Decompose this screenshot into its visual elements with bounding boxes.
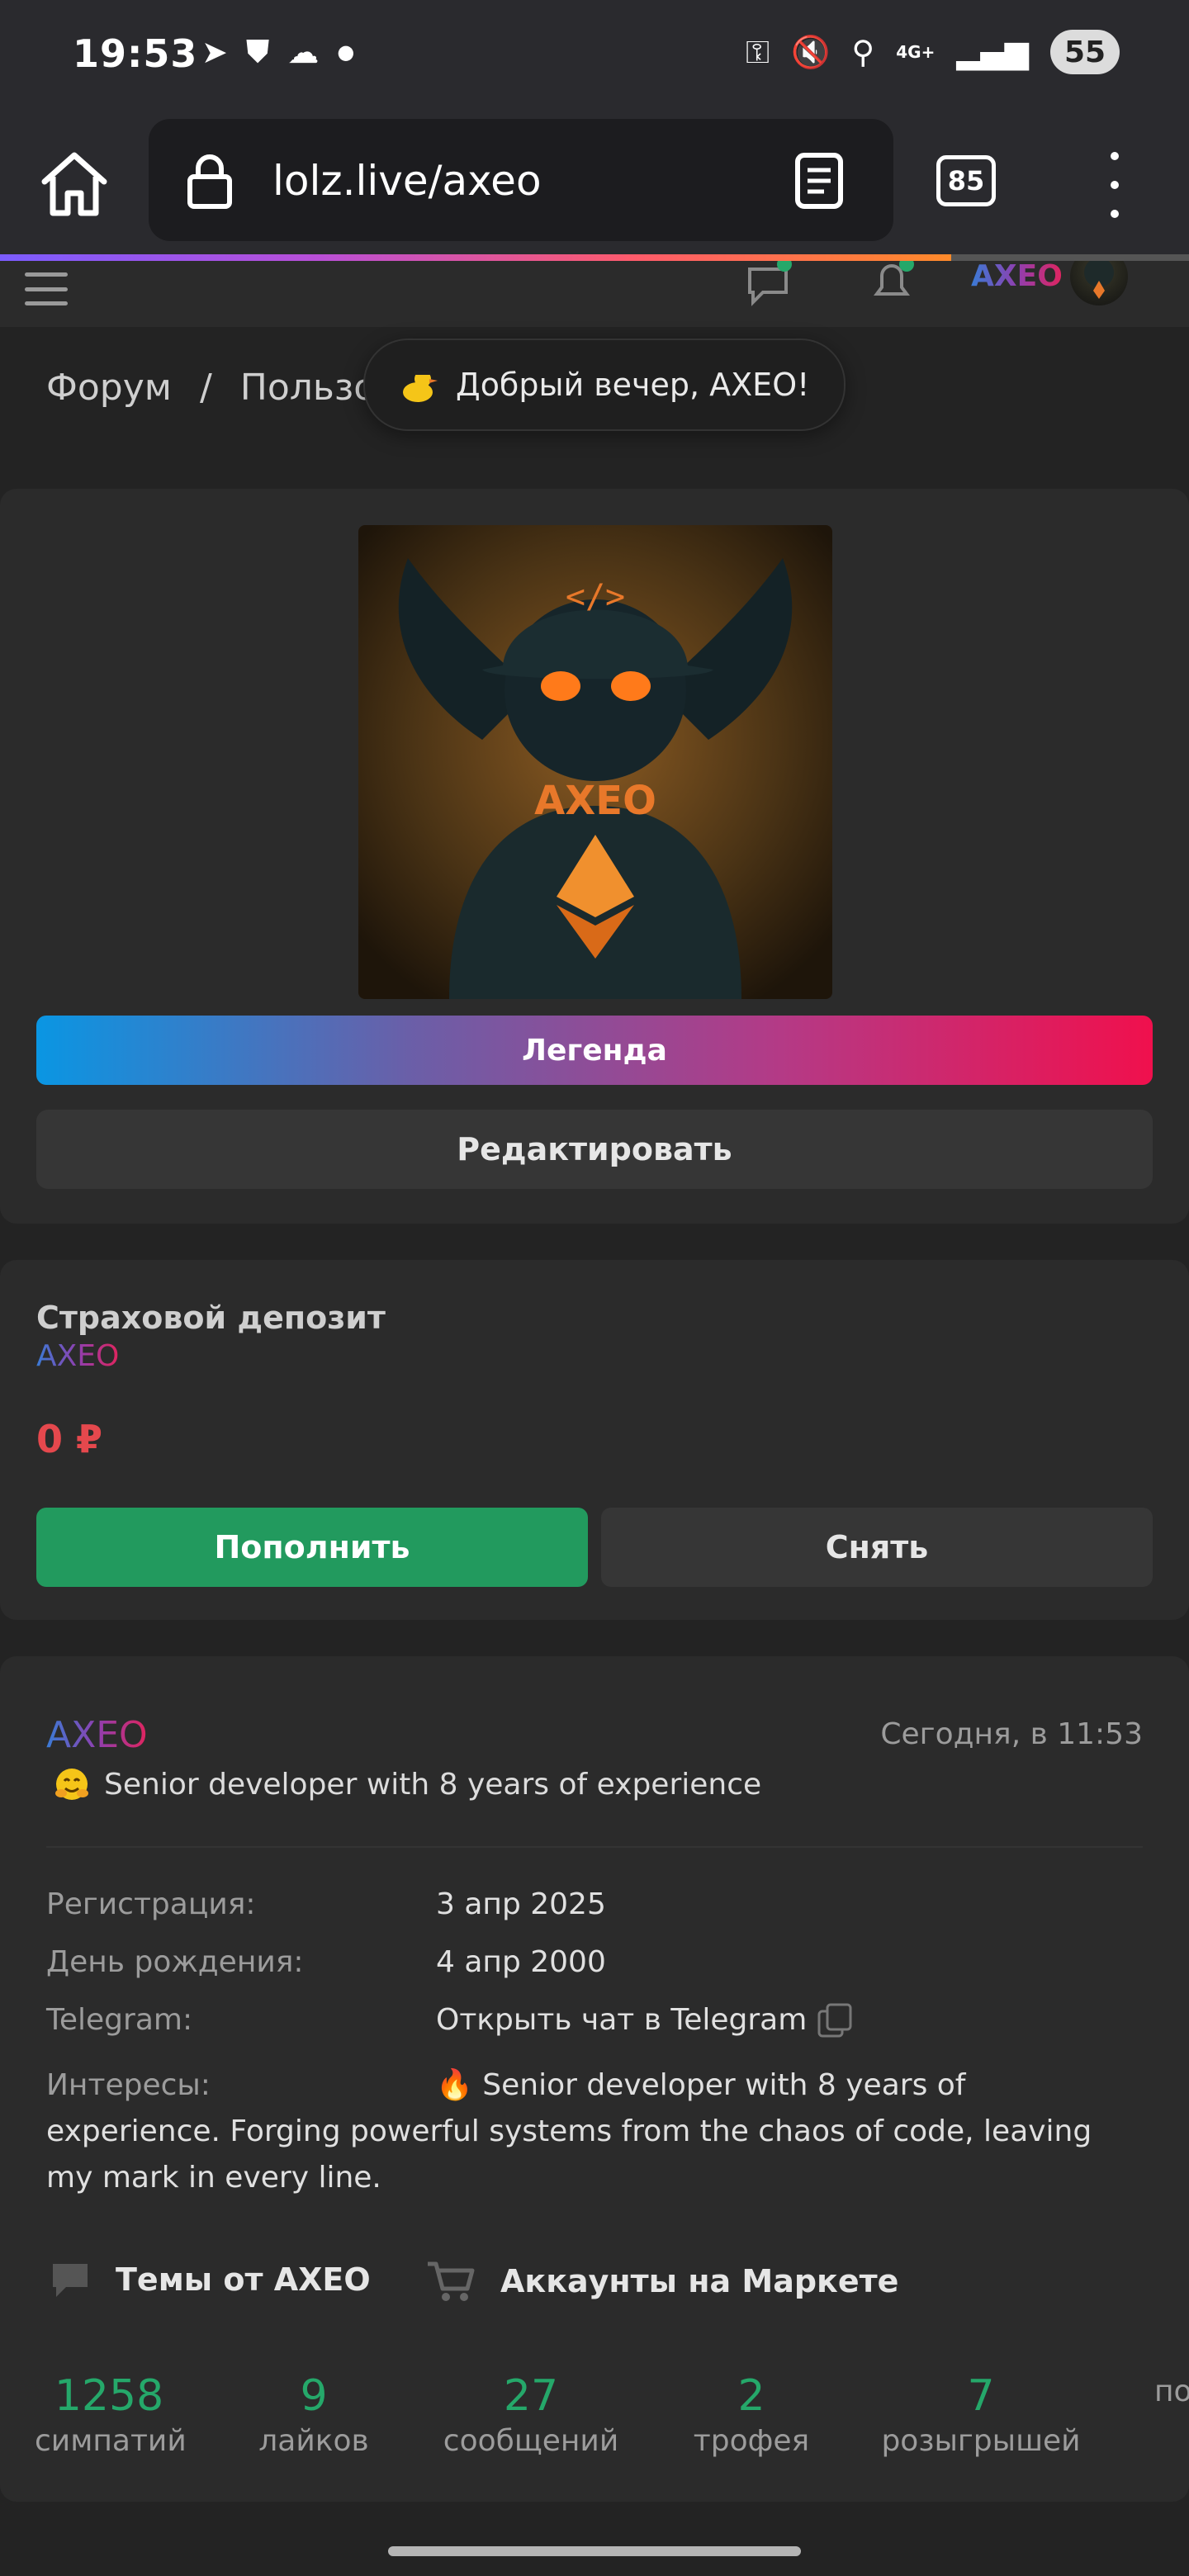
comment-icon: [53, 2264, 88, 2297]
home-icon[interactable]: [36, 145, 112, 221]
dot-icon: ●: [337, 40, 355, 64]
url-text[interactable]: lolz.live/axeo: [272, 157, 542, 205]
deposit-username[interactable]: AXEO: [36, 1339, 119, 1373]
registration-value: 3 апр 2025: [436, 1887, 606, 1921]
toast-text: Добрый вечер, AXEO!: [456, 367, 810, 403]
page-load-progress-fill: [0, 254, 951, 261]
profile-avatar[interactable]: </> AXEO: [358, 525, 832, 999]
interests-label: Интересы:: [46, 2068, 211, 2102]
telegram-link[interactable]: Открыть чат в Telegram: [436, 2003, 807, 2037]
profile-status: Senior developer with 8 years of experie…: [54, 1767, 761, 1802]
status-right-icons: ⚿ 🔇 ⚲ 4G+ ▂▄▆ 55: [746, 30, 1120, 74]
birthday-label: День рождения:: [46, 1945, 304, 1979]
deposit-amount: 0 ₽: [36, 1417, 103, 1461]
topics-link-label[interactable]: Темы от AXEO: [116, 2261, 371, 2298]
stat-label: сообщений: [443, 2424, 619, 2458]
status-bar: 19:53 ➤ ⛊ ☁ ● ⚿ 🔇 ⚲ 4G+ ▂▄▆ 55: [0, 0, 1189, 112]
address-bar[interactable]: lolz.live/axeo: [149, 119, 893, 241]
stat-value: 27: [503, 2371, 559, 2421]
market-link[interactable]: Аккаунты на Маркете: [426, 2259, 898, 2304]
duck-icon: [403, 371, 438, 402]
status-left-icons: ➤ ⛊ ☁ ●: [201, 33, 354, 70]
legend-badge: Легенда: [36, 1016, 1153, 1085]
stat-value: 7: [967, 2371, 995, 2421]
key-icon: ⚿: [746, 33, 770, 70]
header-avatar[interactable]: [1070, 261, 1128, 305]
telegram-label: Telegram:: [46, 2003, 193, 2037]
hugging-face-icon: [55, 1769, 88, 1800]
profile-stats: 1258 симпатий 9 лайков 27 сообщений 2 тр…: [0, 2371, 1189, 2487]
lock-icon: [187, 154, 232, 209]
location-pin-icon: ⚲: [851, 34, 875, 70]
avatar-logo-text: AXEO: [534, 778, 656, 824]
browser-toolbar: lolz.live/axeo 85: [0, 112, 1189, 261]
status-time: 19:53: [73, 31, 198, 76]
profile-username[interactable]: AXEO: [46, 1714, 148, 1756]
stat-more[interactable]: по: [1154, 2371, 1189, 2408]
network-label: 4G+: [896, 42, 936, 62]
hamburger-menu-icon[interactable]: [25, 272, 68, 305]
stat-label: лайков: [258, 2424, 369, 2458]
weather-icon: ☁: [287, 33, 320, 70]
profile-avatar-card: </> AXEO Легенда Редактировать: [0, 489, 1189, 1224]
greeting-toast: Добрый вечер, AXEO!: [363, 339, 846, 431]
reader-mode-icon[interactable]: [793, 152, 846, 210]
breadcrumb: Форум / Пользо...: [46, 367, 410, 409]
stat-likes[interactable]: 9 лайков: [248, 2371, 380, 2458]
breadcrumb-forum[interactable]: Форум: [46, 367, 172, 409]
topics-link[interactable]: Темы от AXEO: [50, 2259, 371, 2300]
svg-text:</>: </>: [566, 578, 625, 616]
stat-giveaways[interactable]: 7 розыгрышей: [880, 2371, 1082, 2458]
shield-icon: ⛊: [245, 33, 270, 69]
stat-label: по: [1154, 2375, 1189, 2408]
profile-info-card: AXEO Сегодня, в 11:53 Senior developer w…: [0, 1656, 1189, 2502]
deposit-title: Страховой депозит: [36, 1300, 386, 1336]
birthday-value: 4 апр 2000: [436, 1945, 606, 1979]
stat-trophies[interactable]: 2 трофея: [677, 2371, 826, 2458]
breadcrumb-separator: /: [199, 367, 212, 409]
insurance-deposit-card: Страховой депозит AXEO 0 ₽ Пополнить Сня…: [0, 1260, 1189, 1620]
cart-icon: [428, 2261, 475, 2301]
location-arrow-icon: ➤: [201, 33, 228, 70]
stat-sympathies[interactable]: 1258 симпатий: [35, 2371, 187, 2458]
edit-profile-button[interactable]: Редактировать: [36, 1110, 1153, 1189]
mute-icon: 🔇: [791, 33, 831, 70]
withdraw-button[interactable]: Снять: [601, 1508, 1153, 1587]
tabs-counter-button[interactable]: 85: [936, 155, 996, 206]
topup-button[interactable]: Пополнить: [36, 1508, 588, 1587]
stat-label: трофея: [693, 2424, 810, 2458]
copy-icon[interactable]: [816, 2001, 854, 2039]
stat-value: 2: [737, 2371, 765, 2421]
site-header: AXEO: [0, 261, 1189, 327]
menu-dots-icon[interactable]: [1098, 152, 1131, 218]
last-seen-time: Сегодня, в 11:53: [880, 1717, 1143, 1751]
bell-icon[interactable]: [869, 261, 915, 307]
interests-block: Интересы: 🔥 Senior developer with 8 years…: [46, 2062, 1144, 2201]
divider: [46, 1846, 1143, 1848]
profile-status-text: Senior developer with 8 years of experie…: [104, 1767, 762, 1802]
gesture-nav-handle[interactable]: [388, 2546, 801, 2556]
stat-value: 9: [300, 2371, 328, 2421]
chat-icon[interactable]: [743, 261, 793, 307]
stat-label: симпатий: [35, 2424, 187, 2458]
market-link-label[interactable]: Аккаунты на Маркете: [500, 2263, 898, 2299]
header-username[interactable]: AXEO: [971, 261, 1063, 293]
stat-messages[interactable]: 27 сообщений: [438, 2371, 624, 2458]
page-load-progress: [0, 254, 1189, 261]
signal-icon: ▂▄▆: [956, 34, 1029, 70]
stat-value: 1258: [54, 2371, 164, 2421]
stat-label: розыгрышей: [881, 2424, 1081, 2458]
battery-indicator: 55: [1050, 30, 1120, 74]
registration-label: Регистрация:: [46, 1887, 256, 1921]
